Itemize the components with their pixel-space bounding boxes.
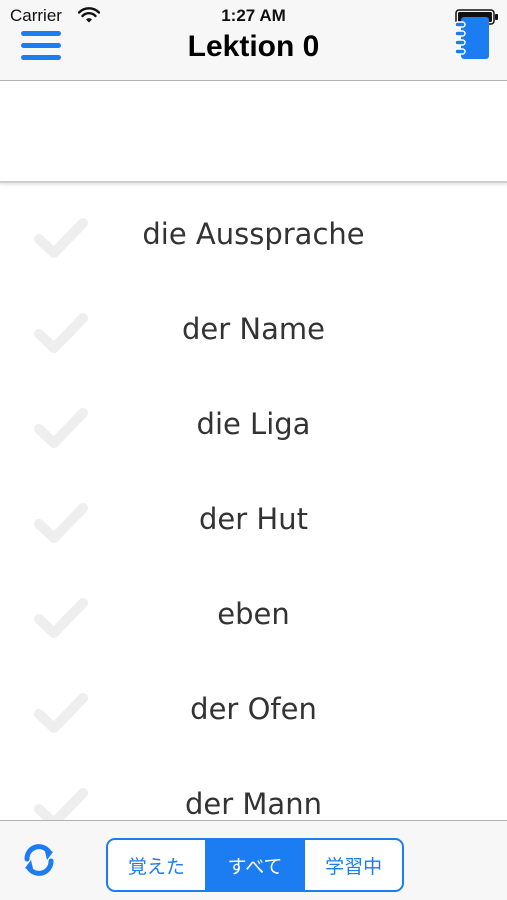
status-bar: Carrier 1:27 AM <box>0 0 507 30</box>
bottom-toolbar: 覚えた すべて 学習中 <box>0 820 507 900</box>
header-area <box>0 81 507 183</box>
word-row[interactable]: die Aussprache <box>0 189 507 284</box>
refresh-icon[interactable] <box>18 841 60 879</box>
page-title: Lektion 0 <box>187 30 320 63</box>
word-row[interactable]: der Mann <box>0 759 507 820</box>
word-row[interactable]: eben <box>0 569 507 664</box>
word-row[interactable]: der Ofen <box>0 664 507 759</box>
word-label: der Mann <box>185 787 322 820</box>
word-row[interactable]: der Name <box>0 284 507 379</box>
segment-all[interactable]: すべて <box>204 840 306 890</box>
segment-learning[interactable]: 学習中 <box>305 840 402 890</box>
navigation-bar: Lektion 0 <box>0 17 507 81</box>
word-row[interactable]: die Liga <box>0 379 507 474</box>
segment-learned[interactable]: 覚えた <box>108 840 205 890</box>
word-label: eben <box>217 597 290 631</box>
word-row[interactable]: der Hut <box>0 474 507 569</box>
word-label: die Liga <box>196 407 311 441</box>
status-time: 1:27 AM <box>221 6 286 25</box>
word-list[interactable]: die Aussprache der Name die Liga der Hut… <box>0 189 507 820</box>
word-label: die Aussprache <box>142 217 365 251</box>
word-label: der Hut <box>199 502 308 536</box>
screen: Carrier 1:27 AM Lektion 0 die Aussprache… <box>0 0 507 900</box>
word-label: der Name <box>182 312 325 346</box>
notebook-icon[interactable] <box>447 14 492 62</box>
filter-segmented-control[interactable]: 覚えた すべて 学習中 <box>106 838 404 892</box>
word-label: der Ofen <box>190 692 317 726</box>
